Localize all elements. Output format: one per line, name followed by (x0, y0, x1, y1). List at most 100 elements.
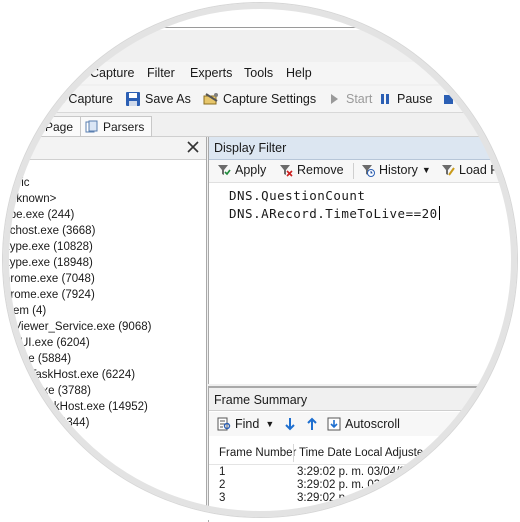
save-as-button[interactable]: Save As (125, 90, 191, 108)
pause-label: Pause (397, 92, 433, 106)
apply-label: Apply (235, 163, 267, 177)
new-capture-label: n Capture (58, 92, 113, 106)
frame-number-cell: 2 (219, 479, 226, 491)
frame-number-cell: 1 (219, 466, 226, 478)
apply-button[interactable]: Apply (217, 163, 266, 177)
network-monitor-window: Capture Filter Experts Tools Help n Capt… (0, 0, 520, 522)
pause-icon (377, 91, 393, 107)
chevron-down-icon: ▼ (421, 165, 431, 175)
find-icon (217, 417, 231, 431)
tab-strip: Page Parsers (0, 114, 520, 137)
remove-filter-icon (279, 163, 293, 177)
list-item[interactable]: fic (18, 177, 30, 189)
tab-page-label: Page (45, 119, 74, 134)
list-item[interactable]: mViewer_Service.exe (9068) (4, 321, 151, 333)
list-item[interactable]: kype.exe (18948) (4, 257, 93, 269)
autoscroll-label: Autoscroll (345, 417, 400, 431)
menu-bar: Capture Filter Experts Tools Help (0, 62, 520, 84)
display-filter-toolbar: Apply Remove History ▼ Load Fil (209, 160, 520, 183)
floppy-disk-icon (125, 91, 141, 107)
list-item[interactable]: exe (3788) (36, 385, 91, 397)
stop-button[interactable] (441, 90, 461, 108)
play-icon (326, 91, 342, 107)
main-toolbar: n Capture Save As Capture Settings Start… (0, 86, 520, 113)
frame-summary-pane: Frame Summary Find ▼ Autoscroll Frame Nu… (208, 386, 520, 522)
column-frame-number[interactable]: Frame Number (219, 447, 296, 459)
tab-page[interactable]: Page (40, 116, 82, 137)
autoscroll-icon (327, 417, 341, 431)
capture-settings-label: Capture Settings (223, 92, 317, 106)
filter-line-with-cursor: DNS.ARecord.TimeToLive==20 (229, 205, 440, 223)
text-cursor (438, 206, 440, 220)
time-cell: 3:29:02 p. m. 03/04/2 (297, 479, 406, 491)
close-icon[interactable] (186, 140, 200, 154)
frame-summary-title: Frame Summary (214, 393, 308, 407)
load-filter-button[interactable]: Load Fil (441, 163, 503, 177)
apply-filter-icon (217, 163, 231, 177)
display-filter-pane: Display Filter Apply Remove History ▼ Lo… (208, 137, 520, 384)
remove-button[interactable]: Remove (279, 163, 344, 177)
list-item[interactable]: kype.exe (10828) (4, 241, 93, 253)
next-frame-button[interactable] (283, 417, 297, 434)
frame-summary-header: Frame Summary (209, 388, 520, 411)
menu-filter[interactable]: Filter (147, 66, 175, 80)
history-icon (361, 163, 375, 177)
list-item[interactable]: 4344) (60, 417, 89, 429)
stop-icon (441, 91, 457, 107)
arrow-down-icon (283, 417, 297, 434)
capture-settings-button[interactable]: Capture Settings (203, 90, 316, 108)
parsers-icon (85, 120, 99, 134)
capture-settings-icon (203, 91, 219, 107)
menu-experts[interactable]: Experts (190, 66, 232, 80)
menu-capture[interactable]: Capture (90, 66, 134, 80)
list-item[interactable]: stem (4) (4, 305, 46, 317)
frame-number-cell: 3 (219, 492, 226, 504)
time-cell: 3:29:02 p. m. 03/04/2 (297, 492, 406, 504)
list-item[interactable]: st.exe (5884) (4, 353, 71, 365)
title-area (0, 0, 520, 30)
frame-summary-toolbar: Find ▼ Autoscroll (209, 412, 520, 436)
filter-line: DNS.QuestionCount (229, 188, 366, 203)
network-conversations-pane: ons fic nknown> ype.exe (244) vchost.exe… (0, 137, 207, 520)
display-filter-header: Display Filter (209, 137, 520, 160)
start-button[interactable]: Start (326, 90, 372, 108)
list-item[interactable]: TaskHost.exe (14952) (36, 401, 148, 413)
pause-button[interactable]: Pause (377, 90, 432, 108)
tab-parsers-label: Parsers (103, 119, 145, 134)
list-item[interactable]: ype.exe (244) (4, 209, 74, 221)
time-cell: 3:29:02 p. m. 03/04/2 (297, 466, 406, 478)
autoscroll-button[interactable]: Autoscroll (327, 417, 400, 431)
menu-help[interactable]: Help (286, 66, 312, 80)
find-button[interactable]: Find ▼ (217, 417, 274, 431)
column-time-date[interactable]: Time Date Local Adjusted (299, 447, 430, 459)
column-divider[interactable] (431, 444, 432, 462)
load-filter-icon (441, 163, 455, 177)
list-item[interactable]: rchUI.exe (6204) (4, 337, 90, 349)
previous-frame-button[interactable] (305, 417, 319, 434)
history-label: History (379, 163, 418, 177)
list-item[interactable]: hrome.exe (7048) (4, 273, 95, 285)
load-filter-label: Load Fil (459, 163, 504, 177)
list-item[interactable]: vchost.exe (3668) (4, 225, 95, 237)
column-divider[interactable] (293, 444, 294, 462)
title-divider (155, 27, 365, 28)
save-as-label: Save As (145, 92, 191, 106)
list-item[interactable]: hrome.exe (7924) (4, 289, 95, 301)
find-label: Find (235, 417, 260, 431)
display-filter-title: Display Filter (214, 141, 287, 155)
chevron-down-icon: ▼ (265, 419, 275, 429)
filter-line: DNS.ARecord.TimeToLive==20 (229, 206, 438, 221)
frame-table-header: Frame Number Time Date Local Adjusted (209, 442, 520, 465)
remove-label: Remove (297, 163, 344, 177)
list-item[interactable]: nknown> (10, 193, 56, 205)
history-button[interactable]: History ▼ (361, 163, 431, 177)
tab-parsers[interactable]: Parsers (80, 116, 152, 137)
start-label: Start (346, 92, 373, 106)
list-item[interactable]: oundTaskHost.exe (6224) (4, 369, 135, 381)
filter-editor[interactable]: DNS.QuestionCount DNS.ARecord.TimeToLive… (229, 187, 440, 223)
menu-tools[interactable]: Tools (244, 66, 273, 80)
left-pane-title: ons (4, 141, 25, 155)
toolbar-divider (353, 163, 354, 179)
new-capture-button[interactable]: n Capture (58, 90, 113, 108)
left-pane-header: ons (0, 137, 206, 160)
